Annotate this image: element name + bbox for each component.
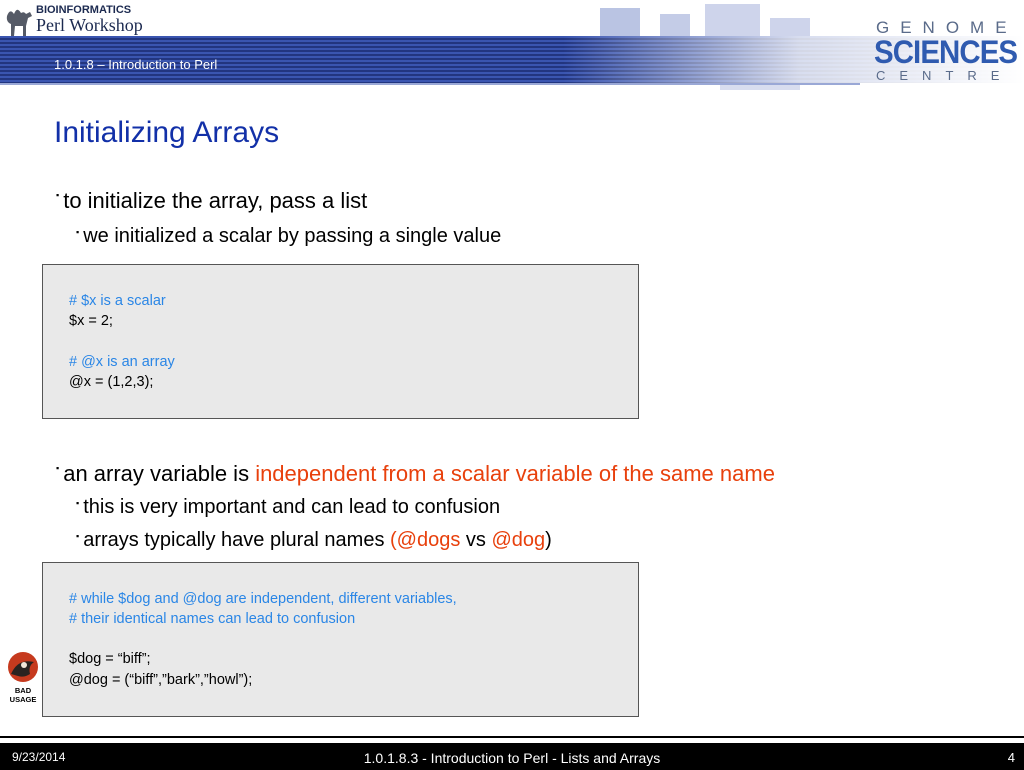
code-line: @x = (1,2,3); [69,374,154,390]
gsc-logo-centre: CENTRE [876,68,1014,83]
footer-title: 1.0.1.8.3 - Introduction to Perl - Lists… [363,750,661,766]
bullet-2-text: an array variable is [63,461,256,486]
camel-icon [6,9,32,36]
header-caption: 1.0.1.8 – Introduction to Perl [54,57,218,72]
code-line: $dog = “biff”; [69,651,151,667]
genome-sciences-centre-logo: GENOME SCIENCES CENTRE [872,14,1022,86]
bullet-2-sub-2-text: arrays typically have plural names [83,529,390,551]
footer-rule [0,736,1024,738]
bullet-marker: ▪ [76,531,80,541]
code-line: # their identical names can lead to conf… [69,611,356,627]
bullet-marker: ▪ [56,463,60,473]
slide-footer: 9/23/2014 1.0.1.8.3 - Introduction to Pe… [0,741,1024,770]
code-line: $x = 2; [69,313,113,329]
bullet-1-sub-1-text: we initialized a scalar by passing a sin… [83,225,502,247]
bullet-2-highlight: independent from a scalar variable of th… [255,461,775,486]
bad-usage-label: BAD USAGE [9,686,37,704]
code-line: # while $dog and @dog are independent, d… [69,591,457,607]
code-line: @dog = (“biff”,”bark”,”howl”); [69,672,253,688]
perl-workshop-logo: BIOINFORMATICS Perl Workshop [4,2,164,40]
closing-paren: ) [545,529,552,551]
bullet-2: ▪ an array variable is independent from a… [56,461,775,487]
code-box-2: # while $dog and @dog are independent, d… [42,562,639,717]
bullet-1-text: to initialize the array, pass a list [63,188,368,213]
gsc-logo-sciences: SCIENCES [874,34,1018,70]
plural-example: (@dogs [390,529,461,551]
logo-line2: Perl Workshop [36,15,143,35]
bad-usage-icon [8,652,38,682]
slide-title: Initializing Arrays [54,116,280,149]
bullet-marker: ▪ [76,227,80,237]
singular-example: @dog [491,529,546,551]
bullet-marker: ▪ [56,190,60,200]
code-line: # @x is an array [69,354,175,370]
slide-header: BIOINFORMATICS Perl Workshop 1.0.1.8 – I… [0,0,1024,90]
bullet-1: ▪ to initialize the array, pass a list [56,188,367,214]
bullet-2-sub-2: ▪ arrays typically have plural names (@do… [76,529,552,552]
bullet-marker: ▪ [76,498,80,508]
page-number: 4 [1007,750,1015,765]
code-box-1: # $x is a scalar $x = 2; # @x is an arra… [42,264,639,419]
bullet-2-sub-1: ▪ this is very important and can lead to … [76,496,500,519]
bullet-2-sub-1-text: this is very important and can lead to c… [83,496,501,518]
versus-text: vs [460,529,492,551]
bullet-1-sub-1: ▪ we initialized a scalar by passing a si… [76,225,501,248]
code-line: # $x is a scalar [69,293,166,309]
bad-usage-badge: BAD USAGE [4,648,42,704]
